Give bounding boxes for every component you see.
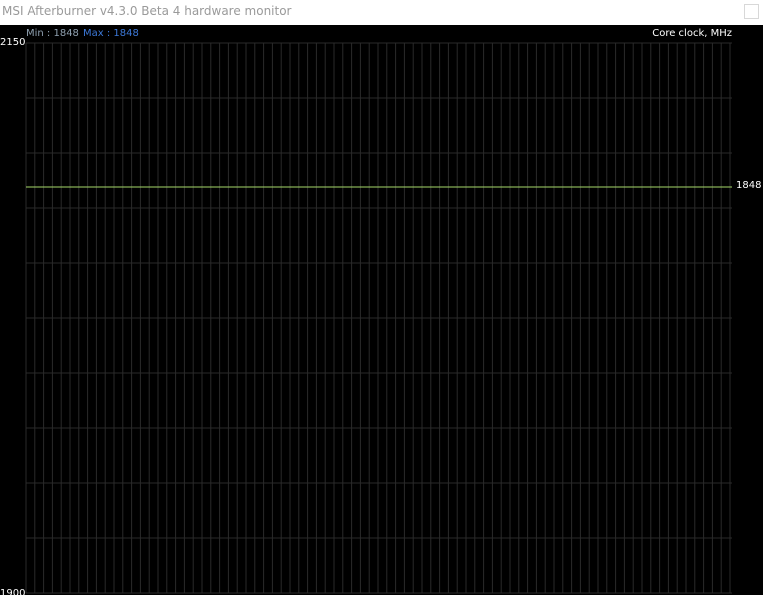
min-value-label: Min : 1848 [26, 28, 79, 39]
graph-plot [25, 42, 732, 594]
close-button[interactable] [744, 4, 759, 19]
max-value-label: Max : 1848 [83, 28, 139, 39]
window-title: MSI Afterburner v4.3.0 Beta 4 hardware m… [2, 4, 292, 18]
axis-min-label: 1900 [0, 588, 26, 595]
graph-name: Core clock, MHz [652, 28, 732, 39]
graph-area: Min : 1848 Max : 1848 Core clock, MHz 21… [0, 25, 763, 595]
title-bar[interactable]: MSI Afterburner v4.3.0 Beta 4 hardware m… [0, 0, 763, 25]
current-value-label: 1848 [736, 180, 762, 191]
axis-max-label: 2150 [0, 37, 26, 48]
hardware-monitor-window: MSI Afterburner v4.3.0 Beta 4 hardware m… [0, 0, 763, 595]
